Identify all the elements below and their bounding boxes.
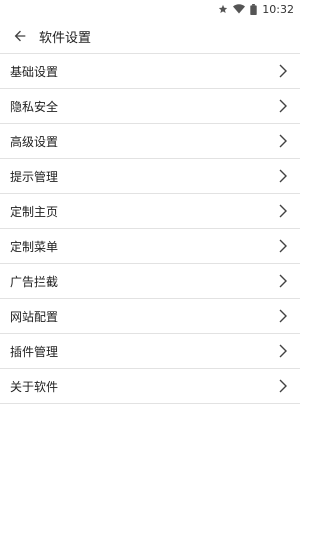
settings-item-privacy[interactable]: 隐私安全 xyxy=(0,89,300,124)
settings-item-about[interactable]: 关于软件 xyxy=(0,369,300,404)
status-bar: 10:32 xyxy=(0,0,300,18)
wifi-icon xyxy=(233,4,246,14)
chevron-right-icon xyxy=(278,344,288,358)
page-title: 软件设置 xyxy=(39,30,92,46)
chevron-right-icon xyxy=(278,309,288,323)
chevron-right-icon xyxy=(278,379,288,393)
settings-item-label: 关于软件 xyxy=(10,379,59,394)
settings-item-label: 高级设置 xyxy=(10,134,59,149)
settings-item-plugins[interactable]: 插件管理 xyxy=(0,334,300,369)
chevron-right-icon xyxy=(278,169,288,183)
settings-item-custom-menu[interactable]: 定制菜单 xyxy=(0,229,300,264)
settings-item-label: 隐私安全 xyxy=(10,99,59,114)
settings-item-label: 广告拦截 xyxy=(10,274,59,289)
settings-item-notifications[interactable]: 提示管理 xyxy=(0,159,300,194)
chevron-right-icon xyxy=(278,134,288,148)
settings-item-label: 网站配置 xyxy=(10,309,59,324)
star-icon xyxy=(218,4,228,14)
battery-icon xyxy=(250,3,258,15)
settings-item-label: 基础设置 xyxy=(10,64,59,79)
settings-item-ad-block[interactable]: 广告拦截 xyxy=(0,264,300,299)
settings-item-basic[interactable]: 基础设置 xyxy=(0,54,300,89)
chevron-right-icon xyxy=(278,99,288,113)
settings-item-label: 定制菜单 xyxy=(10,239,59,254)
settings-item-custom-home[interactable]: 定制主页 xyxy=(0,194,300,229)
settings-item-label: 定制主页 xyxy=(10,204,59,219)
settings-item-label: 提示管理 xyxy=(10,169,59,184)
settings-item-label: 插件管理 xyxy=(10,344,59,359)
chevron-right-icon xyxy=(278,274,288,288)
chevron-right-icon xyxy=(278,204,288,218)
settings-item-site-config[interactable]: 网站配置 xyxy=(0,299,300,334)
arrow-left-icon xyxy=(14,30,26,42)
status-time: 10:32 xyxy=(262,2,294,16)
back-button[interactable] xyxy=(2,18,38,54)
settings-item-advanced[interactable]: 高级设置 xyxy=(0,124,300,159)
chevron-right-icon xyxy=(278,239,288,253)
chevron-right-icon xyxy=(278,64,288,78)
app-bar: 软件设置 xyxy=(0,18,300,54)
settings-list: 基础设置 隐私安全 高级设置 提示管理 定制主页 定制菜单 广告拦截 网站配置 … xyxy=(0,53,300,404)
